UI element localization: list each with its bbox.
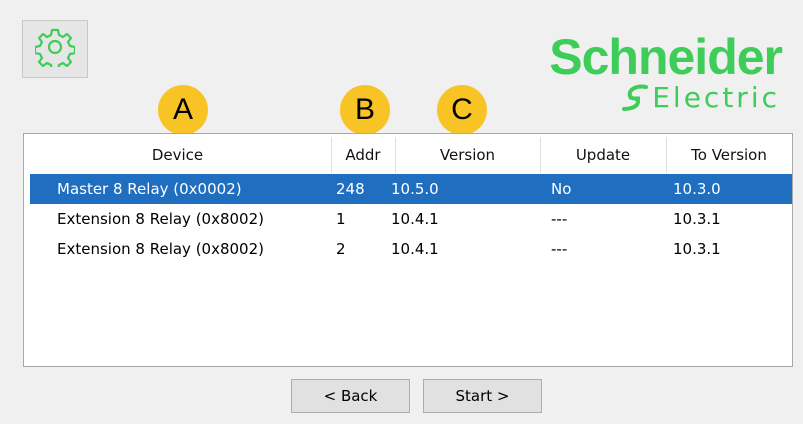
gear-icon bbox=[33, 27, 77, 72]
cell-to-version: 10.3.0 bbox=[673, 180, 721, 198]
cell-addr: 248 bbox=[336, 180, 365, 198]
column-header-device[interactable]: Device bbox=[24, 137, 332, 173]
cell-to-version: 10.3.1 bbox=[673, 240, 721, 258]
back-button[interactable]: < Back bbox=[291, 379, 410, 413]
cell-addr: 2 bbox=[336, 240, 346, 258]
column-header-update[interactable]: Update bbox=[540, 137, 667, 173]
column-header-to-version[interactable]: To Version bbox=[666, 137, 792, 173]
cell-version: 10.5.0 bbox=[391, 180, 439, 198]
cell-addr: 1 bbox=[336, 210, 346, 228]
cell-device: Extension 8 Relay (0x8002) bbox=[57, 210, 264, 228]
schneider-electric-logo: Schneider Electric bbox=[525, 30, 795, 120]
cell-version: 10.4.1 bbox=[391, 210, 439, 228]
cell-update: No bbox=[551, 180, 572, 198]
cell-device: Master 8 Relay (0x0002) bbox=[57, 180, 242, 198]
table-row[interactable]: Extension 8 Relay (0x8002) 2 10.4.1 --- … bbox=[30, 234, 792, 264]
cell-update: --- bbox=[551, 210, 568, 228]
callout-marker-b: B bbox=[340, 85, 390, 135]
column-header-addr[interactable]: Addr bbox=[331, 137, 396, 173]
start-button[interactable]: Start > bbox=[423, 379, 542, 413]
column-header-version[interactable]: Version bbox=[395, 137, 541, 173]
cell-version: 10.4.1 bbox=[391, 240, 439, 258]
callout-marker-a: A bbox=[158, 85, 208, 135]
cell-to-version: 10.3.1 bbox=[673, 210, 721, 228]
table-row[interactable]: Master 8 Relay (0x0002) 248 10.5.0 No 10… bbox=[30, 174, 792, 204]
device-list[interactable]: Device Addr Version Update To Version Ma… bbox=[23, 133, 793, 367]
cell-update: --- bbox=[551, 240, 568, 258]
settings-button[interactable] bbox=[22, 20, 88, 78]
logo-sub: Electric bbox=[652, 81, 780, 114]
cell-device: Extension 8 Relay (0x8002) bbox=[57, 240, 264, 258]
life-is-on-icon bbox=[622, 84, 649, 111]
callout-marker-c: C bbox=[437, 85, 487, 135]
table-row[interactable]: Extension 8 Relay (0x8002) 1 10.4.1 --- … bbox=[30, 204, 792, 234]
logo-brand: Schneider bbox=[549, 29, 783, 85]
